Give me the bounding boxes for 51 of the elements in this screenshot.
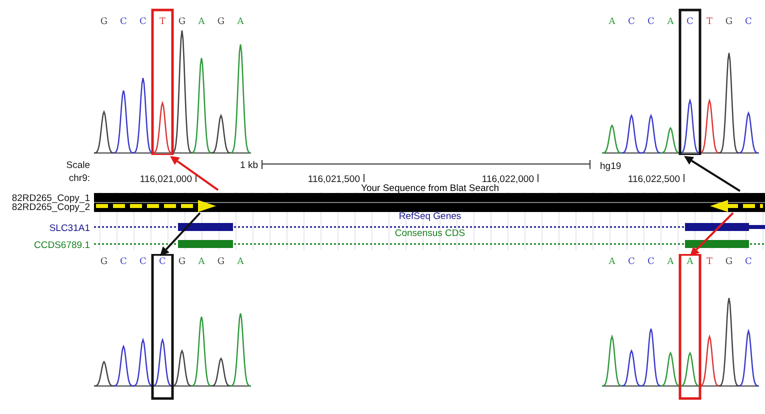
base-letter: C <box>745 257 752 267</box>
track-title: RefSeq Genes <box>398 211 462 222</box>
base-letter: C <box>648 257 654 267</box>
position-label: 116,021,500 <box>308 174 360 185</box>
base-letter: A <box>667 257 674 267</box>
base-letter: C <box>159 257 166 267</box>
base-letter: G <box>100 257 108 267</box>
base-letter: C <box>628 257 635 267</box>
base-letter: C <box>628 17 635 27</box>
base-letter: G <box>725 257 733 267</box>
track-title: Your Sequence from Blat Search <box>361 183 499 194</box>
base-letter: A <box>237 257 244 267</box>
base-letter: T <box>706 257 712 267</box>
base-letter: G <box>178 17 186 27</box>
base-letter: G <box>217 17 225 27</box>
base-letter: A <box>608 257 616 267</box>
pointer-arrow <box>690 212 734 256</box>
base-letter: A <box>198 17 205 27</box>
position-label: 116,022,500 <box>628 174 680 185</box>
alignment-arrow <box>710 200 763 212</box>
pointer-arrow <box>160 212 201 256</box>
track-row-label: SLC31A1 <box>49 223 90 234</box>
base-letter: C <box>686 17 694 27</box>
base-letter: C <box>140 17 146 27</box>
base-letter: G <box>725 17 733 27</box>
base-letter: C <box>120 17 127 27</box>
track-row-label: 82RD265_Copy_1 <box>12 193 90 204</box>
track-title: Consensus CDS <box>394 228 466 239</box>
scale-label: Scale <box>66 160 90 171</box>
position-label: 116,022,000 <box>482 174 534 185</box>
base-letter: C <box>745 17 752 27</box>
base-letter: T <box>160 17 166 27</box>
base-letter: T <box>706 17 712 27</box>
chromosome-label: chr9: <box>68 173 90 184</box>
base-letter: C <box>120 257 127 267</box>
position-label: 116,021,000 <box>140 174 192 185</box>
base-letter: A <box>237 17 244 27</box>
base-letter: A <box>686 257 694 267</box>
base-letter: A <box>198 257 205 267</box>
base-letter: A <box>667 17 674 27</box>
base-letter: C <box>140 257 146 267</box>
assembly-label: hg19 <box>600 161 622 172</box>
pointer-arrow <box>684 156 741 192</box>
base-letter: G <box>217 257 225 267</box>
track-row-label: CCDS6789.1 <box>34 240 90 251</box>
base-letter: A <box>608 17 616 27</box>
base-letter: C <box>648 17 654 27</box>
base-letter: G <box>178 257 186 267</box>
base-letter: G <box>100 17 108 27</box>
scale-bar-label: 1 kb <box>240 160 258 171</box>
track-row-label: 82RD265_Copy_2 <box>12 202 90 213</box>
